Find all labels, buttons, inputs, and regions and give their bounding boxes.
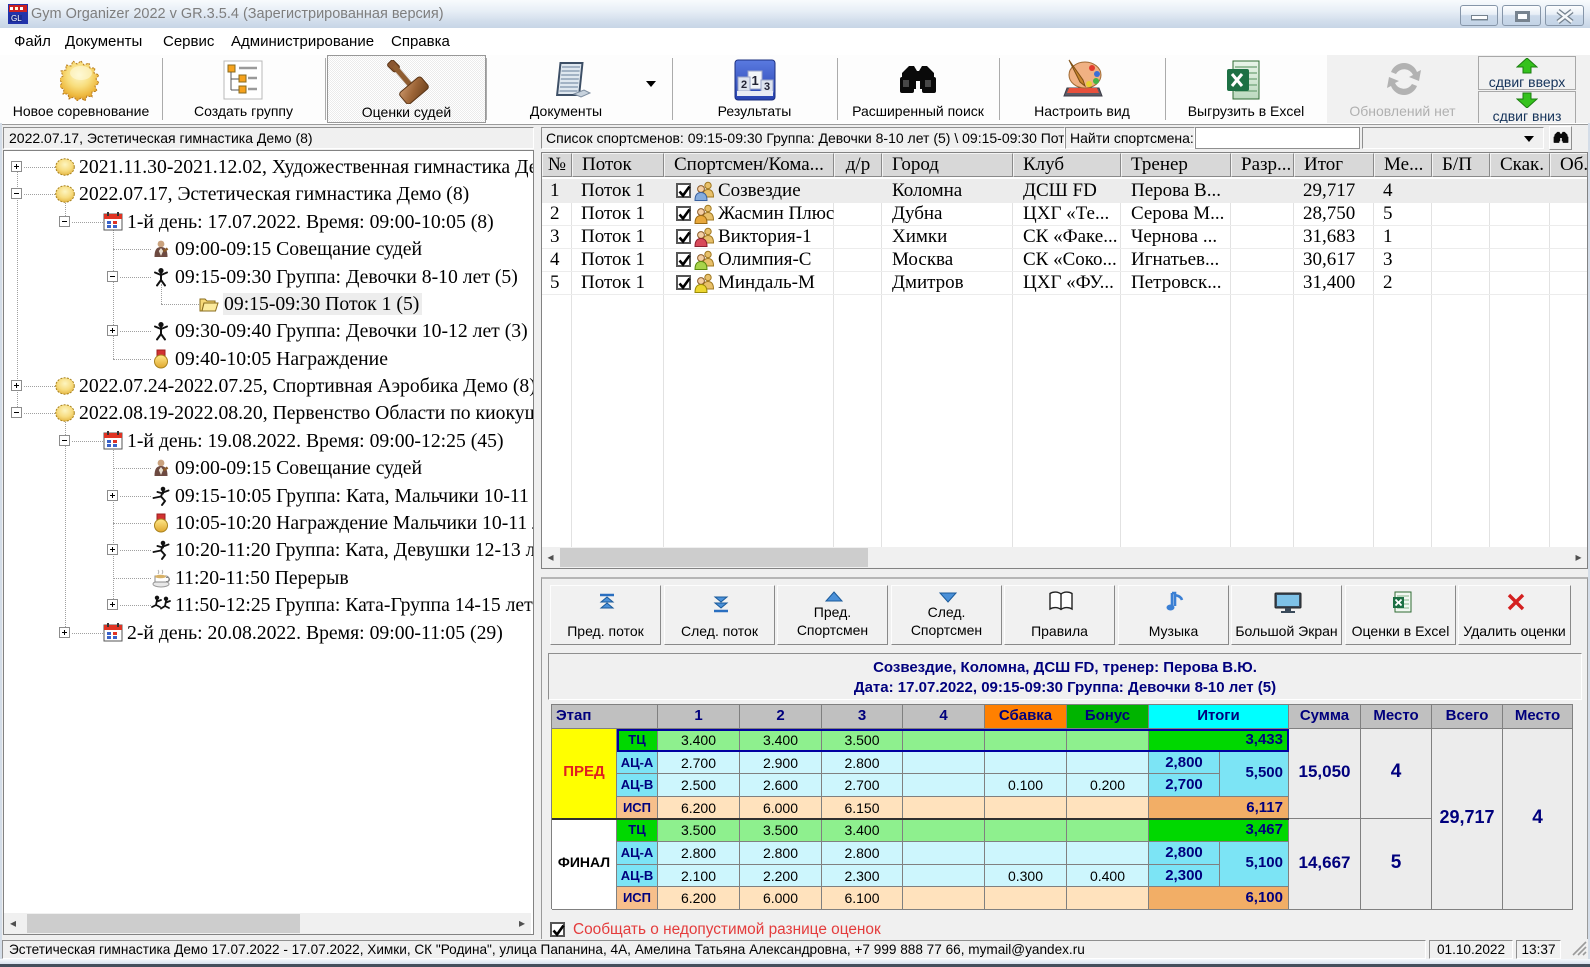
svg-text:1: 1 — [752, 73, 759, 88]
svg-text:GL: GL — [11, 14, 22, 23]
svg-text:2: 2 — [741, 79, 747, 91]
